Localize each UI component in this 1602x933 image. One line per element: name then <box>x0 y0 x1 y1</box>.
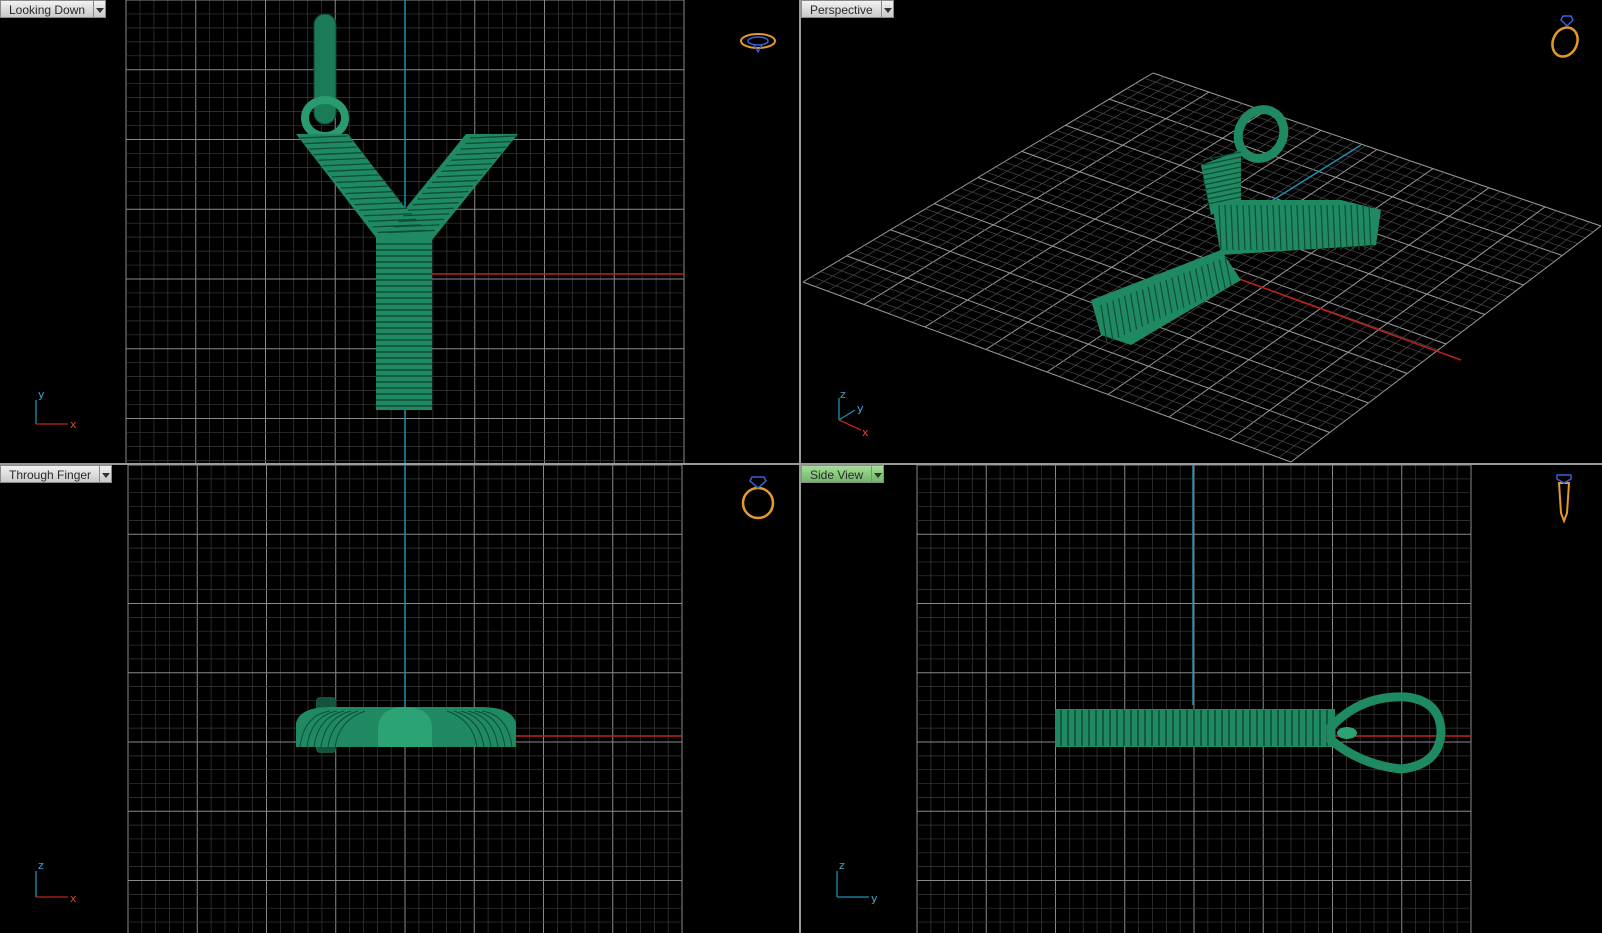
axis-triad: z y x <box>838 390 869 439</box>
axis-label-z: z <box>38 859 44 872</box>
axis-label-x: x <box>70 892 77 905</box>
viewport-menu-dropdown[interactable] <box>872 465 885 483</box>
viewport-label-looking-down[interactable]: Looking Down <box>0 0 95 18</box>
axis-triad: z y <box>836 859 878 905</box>
viewport-looking-down[interactable]: Looking Down y x <box>0 0 799 463</box>
axis-label-x: x <box>70 418 77 431</box>
axis-triad: y x <box>35 388 77 431</box>
axis-label-y: y <box>871 892 878 905</box>
viewport-menu-dropdown[interactable] <box>100 465 113 483</box>
viewport-label-through-finger[interactable]: Through Finger <box>0 465 101 483</box>
viewport-side-view[interactable]: Side View z y <box>801 465 1602 933</box>
ring-front-view-icon[interactable] <box>736 473 780 525</box>
axis-triad: z x <box>35 859 77 905</box>
viewport-menu-dropdown[interactable] <box>881 0 894 18</box>
axis-label-z: z <box>840 390 846 401</box>
viewport-menu-dropdown[interactable] <box>94 0 107 18</box>
perspective-scene[interactable] <box>801 0 1602 463</box>
pendant-model[interactable] <box>1055 692 1446 774</box>
side-view-scene[interactable] <box>801 465 1602 933</box>
looking-down-scene[interactable] <box>0 0 799 463</box>
axis-label-z: z <box>839 859 845 872</box>
axis-label-y: y <box>38 388 45 401</box>
ring-perspective-icon[interactable] <box>1547 12 1587 60</box>
ring-side-view-icon[interactable] <box>1549 473 1579 529</box>
pendant-model[interactable] <box>296 13 518 410</box>
viewport-label-perspective[interactable]: Perspective <box>801 0 882 18</box>
axis-label-y: y <box>857 402 864 415</box>
pendant-model[interactable] <box>296 697 516 753</box>
through-finger-scene[interactable] <box>0 465 799 933</box>
viewport-label-side-view[interactable]: Side View <box>801 465 873 483</box>
axis-label-x: x <box>862 426 869 439</box>
viewport-through-finger[interactable]: Through Finger z x <box>0 465 799 933</box>
viewport-perspective[interactable]: Perspective z y x <box>801 0 1602 463</box>
ring-top-view-icon[interactable] <box>738 28 780 54</box>
